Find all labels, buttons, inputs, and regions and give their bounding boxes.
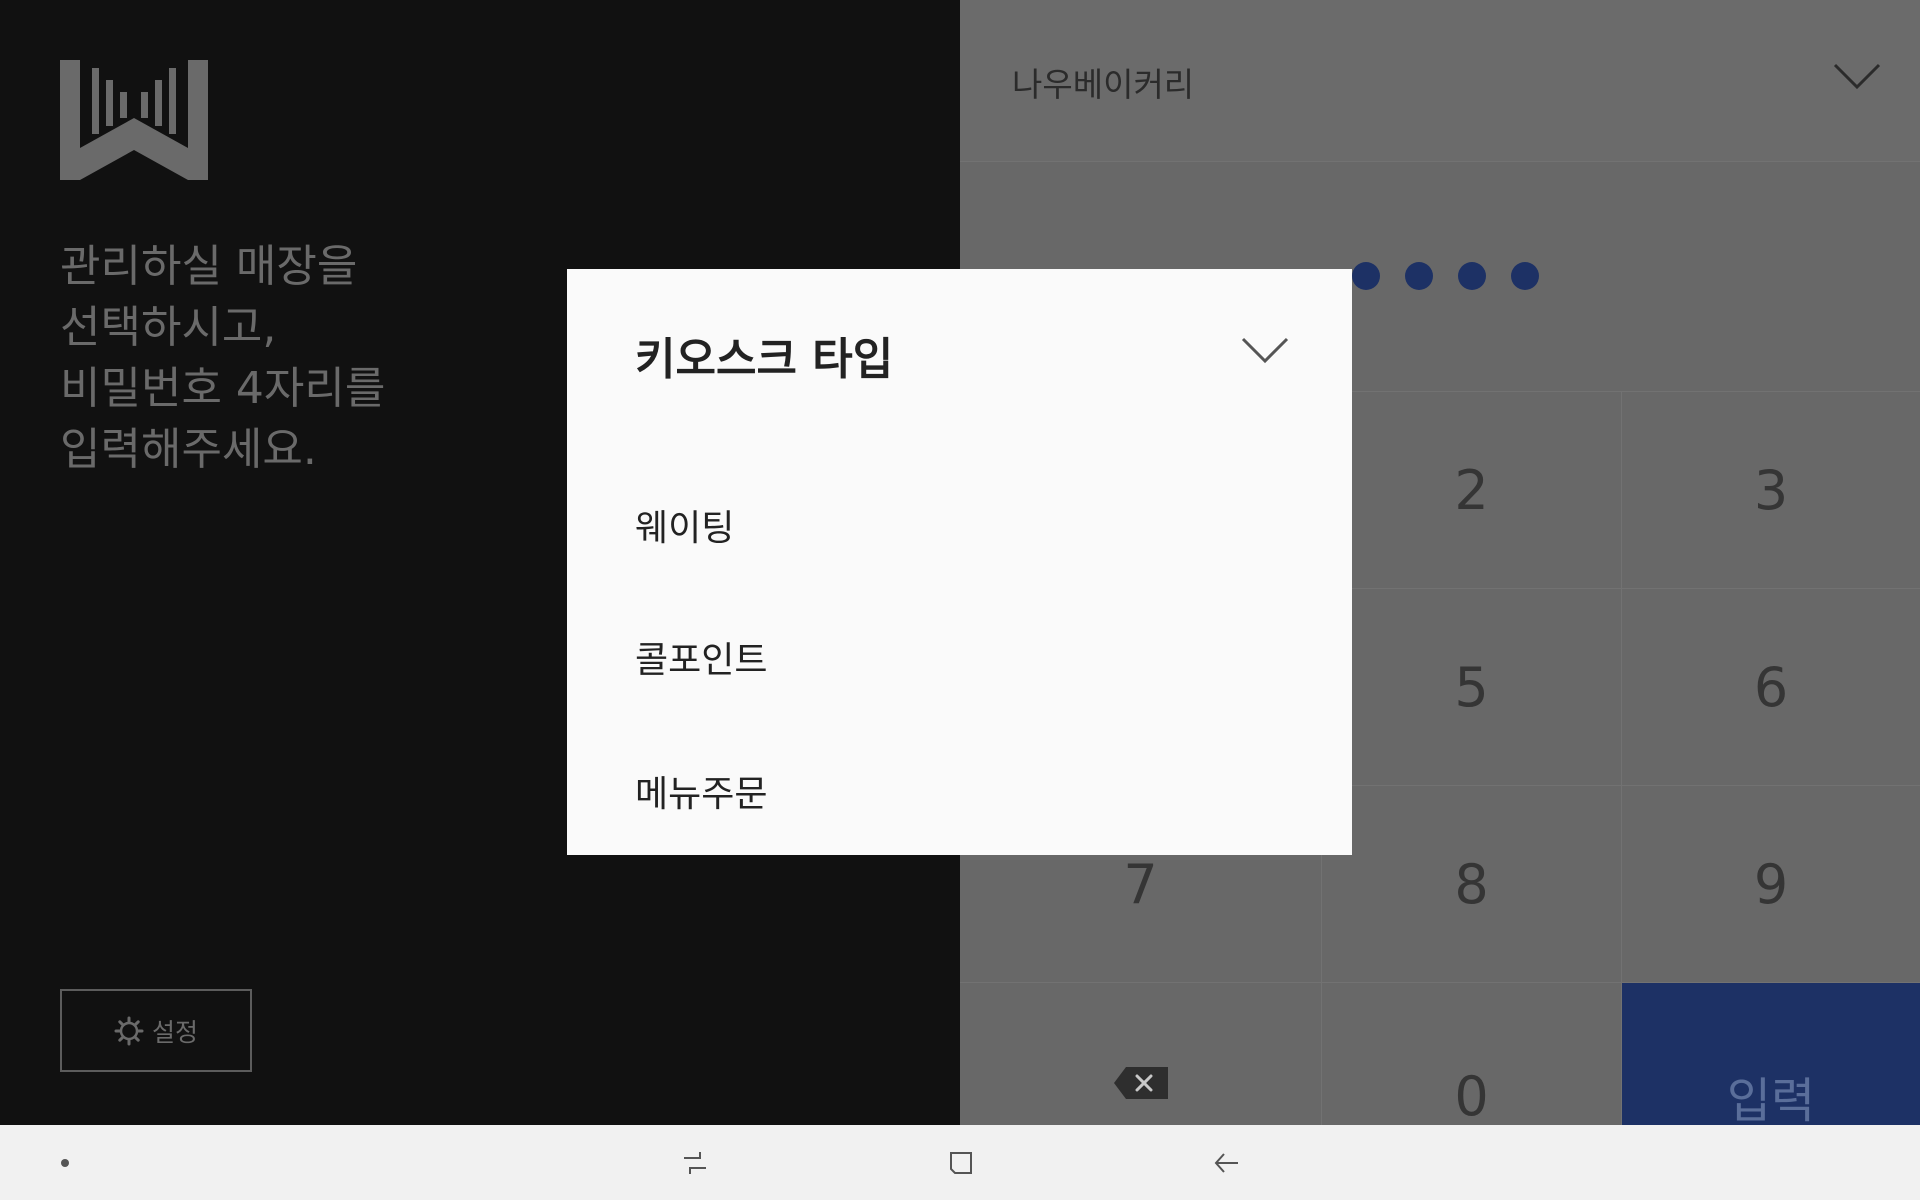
- dropdown-title[interactable]: 키오스크 타입: [635, 323, 893, 387]
- instruction-line: 선택하시고,: [60, 302, 277, 353]
- key-3[interactable]: 3: [1622, 392, 1920, 589]
- recent-apps-icon[interactable]: [680, 1148, 710, 1178]
- backspace-icon: [1113, 1067, 1168, 1099]
- enter-button[interactable]: 입력: [1622, 983, 1920, 1129]
- key-2[interactable]: 2: [1322, 392, 1622, 589]
- backspace-key[interactable]: [960, 983, 1322, 1125]
- pin-dot: [1457, 262, 1486, 290]
- instruction-line: 입력해주세요.: [60, 424, 317, 475]
- home-icon[interactable]: [946, 1148, 976, 1178]
- instruction-line: 비밀번호 4자리를: [60, 363, 386, 414]
- dropdown-option-callpoint[interactable]: 콜포인트: [635, 631, 767, 683]
- key-9[interactable]: 9: [1622, 786, 1920, 983]
- pin-dot: [1510, 262, 1539, 290]
- instruction-line: 관리하실 매장을: [60, 241, 358, 292]
- kiosk-type-dropdown: 키오스크 타입 웨이팅 콜포인트 메뉴주문: [567, 269, 1352, 855]
- dropdown-option-waiting[interactable]: 웨이팅: [635, 499, 734, 551]
- nav-dot[interactable]: [61, 1159, 69, 1167]
- pin-dot: [1404, 262, 1433, 290]
- settings-button[interactable]: 설정: [60, 989, 252, 1072]
- chevron-down-icon[interactable]: [1240, 334, 1290, 366]
- back-icon[interactable]: [1212, 1148, 1242, 1178]
- dropdown-option-menu-order[interactable]: 메뉴주문: [635, 765, 767, 817]
- key-5[interactable]: 5: [1322, 589, 1622, 786]
- enter-label: 입력: [1726, 1073, 1816, 1129]
- gear-icon: [114, 1016, 144, 1045]
- key-0[interactable]: 0: [1322, 983, 1622, 1128]
- key-8[interactable]: 8: [1322, 786, 1622, 983]
- store-name: 나우베이커리: [1012, 65, 1195, 104]
- store-selector[interactable]: 나우베이커리: [960, 0, 1920, 162]
- instruction-text: 관리하실 매장을 선택하시고, 비밀번호 4자리를 입력해주세요.: [60, 236, 580, 480]
- key-6[interactable]: 6: [1622, 589, 1920, 786]
- navigation-bar: [0, 1125, 1920, 1200]
- chevron-down-icon: [1833, 63, 1881, 90]
- settings-label: 설정: [151, 1017, 198, 1047]
- w-logo-icon: [60, 60, 208, 180]
- pin-dot: [1351, 262, 1380, 290]
